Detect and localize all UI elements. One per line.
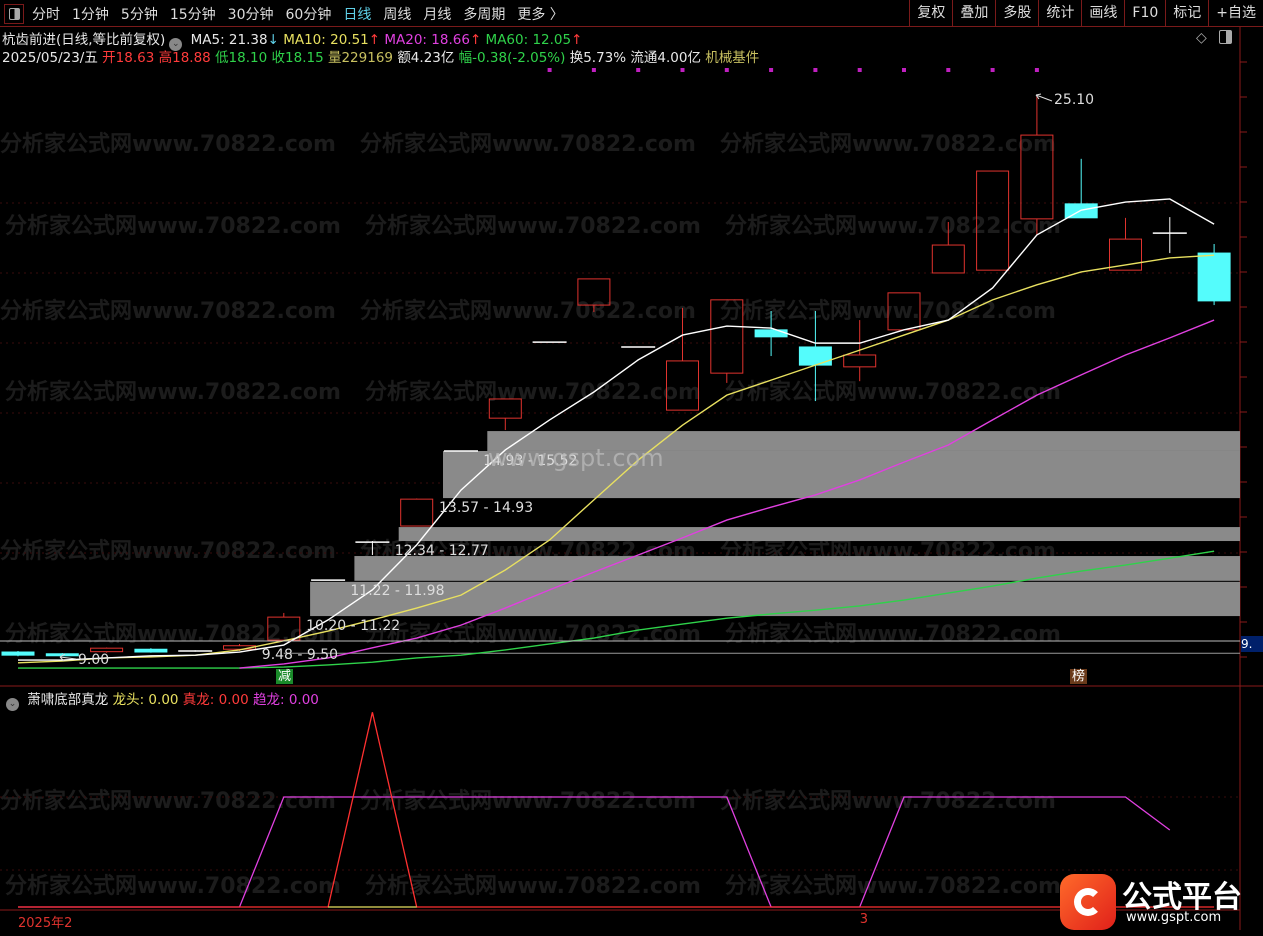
high-price-label: 25.10 bbox=[1054, 92, 1095, 108]
logo-url: www.gspt.com bbox=[1126, 910, 1222, 925]
candle-body bbox=[666, 360, 699, 411]
candle-body bbox=[267, 616, 301, 641]
candle-body bbox=[976, 170, 1010, 271]
x-axis-label: 2025年2 bbox=[18, 916, 73, 931]
logo-g-icon bbox=[1060, 874, 1116, 930]
gap-zone bbox=[398, 527, 1240, 542]
signal-dot bbox=[769, 68, 774, 72]
candle-body bbox=[488, 398, 522, 419]
signal-dot bbox=[946, 68, 951, 72]
signal-dot bbox=[813, 68, 818, 72]
low-price-label: 9.00 bbox=[78, 652, 110, 668]
candle-body bbox=[1020, 134, 1054, 220]
longtou-value: 龙头: 0.00 bbox=[112, 692, 179, 708]
candle-body bbox=[400, 498, 434, 527]
zhenlong-value: 真龙: 0.00 bbox=[182, 692, 249, 708]
candle-body bbox=[843, 354, 877, 368]
candle-body bbox=[887, 292, 921, 331]
signal-dot bbox=[680, 68, 685, 72]
signal-dot bbox=[857, 68, 862, 72]
zone-label: 12.34 - 12.77 bbox=[394, 543, 489, 560]
candle-body bbox=[798, 346, 832, 366]
zone-label: 10.20 - 11.22 bbox=[306, 618, 401, 635]
candle-body bbox=[1197, 252, 1231, 302]
qulong-value: 趋龙: 0.00 bbox=[253, 692, 319, 708]
candle-body bbox=[577, 278, 611, 306]
current-price-tag: 9. bbox=[1241, 636, 1263, 652]
gspt-logo: 公式平台 www.gspt.com bbox=[1060, 866, 1260, 932]
signal-dot bbox=[591, 68, 596, 72]
high-arrow-icon bbox=[1035, 93, 1053, 102]
zone-label: 9.48 - 9.50 bbox=[261, 647, 339, 664]
signal-dot bbox=[902, 68, 906, 72]
signal-dot bbox=[724, 68, 729, 72]
qulong-line bbox=[18, 796, 1171, 908]
indicator-header: ⌄ 萧啸底部真龙 龙头: 0.00 真龙: 0.00 趋龙: 0.00 bbox=[2, 688, 319, 711]
site-watermark: www.gspt.com bbox=[488, 444, 664, 472]
candle-body bbox=[134, 648, 168, 653]
candle-body bbox=[710, 299, 744, 374]
gap-zone bbox=[354, 556, 1240, 581]
dropdown-icon[interactable]: ⌄ bbox=[6, 698, 19, 711]
candle-body bbox=[931, 244, 965, 274]
x-axis-label: 3 bbox=[859, 912, 868, 927]
signal-badge-jian: 减 bbox=[276, 669, 294, 684]
signal-dot bbox=[547, 68, 552, 72]
zone-label: 13.57 - 14.93 bbox=[439, 500, 534, 517]
zone-label: 11.22 - 11.98 bbox=[350, 582, 445, 599]
signal-dot bbox=[990, 68, 995, 72]
signal-dot bbox=[1034, 68, 1039, 72]
candle-body bbox=[754, 329, 788, 338]
zhenlong-line bbox=[18, 712, 1215, 908]
candle-body bbox=[1, 651, 35, 656]
indicator-name: 萧啸底部真龙 bbox=[27, 692, 109, 708]
signal-badge-bang: 榜 bbox=[1070, 669, 1088, 684]
signal-dot bbox=[636, 68, 641, 72]
